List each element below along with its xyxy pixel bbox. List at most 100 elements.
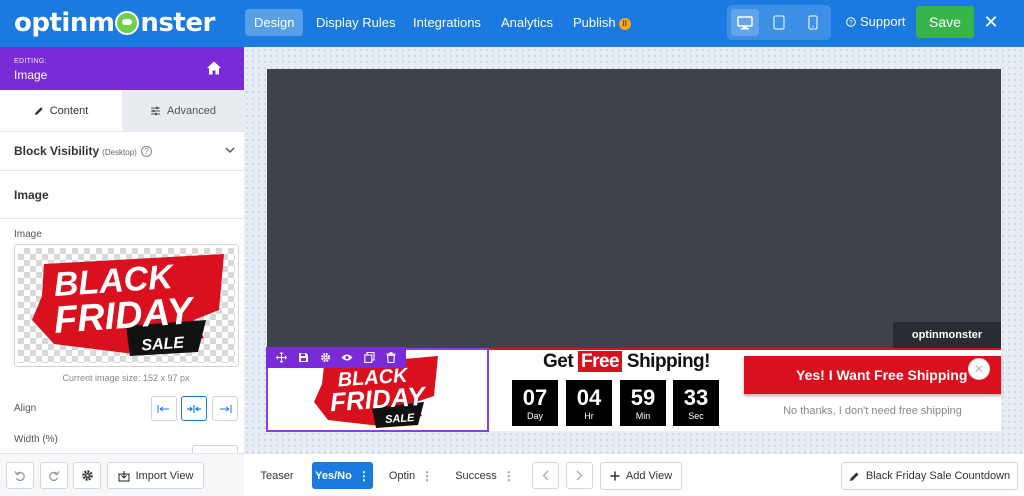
countdown-days[interactable]: 07 Day [512, 380, 558, 426]
countdown-minutes-value: 59 [630, 385, 656, 410]
add-view-button[interactable]: Add View [600, 462, 682, 490]
view-yes-no-label: Yes/No [315, 469, 352, 482]
block-visibility-label: Block Visibility [14, 144, 100, 158]
campaign-headline[interactable]: Get Free Shipping! [543, 351, 710, 373]
view-teaser[interactable]: Teaser [254, 462, 300, 489]
svg-text:?: ? [849, 19, 853, 26]
countdown-minutes[interactable]: 59 Min [620, 380, 666, 426]
tab-content[interactable]: Content [0, 90, 122, 131]
image-preview-canvas: BLACK FRIDAY SALE [18, 248, 235, 363]
pause-status-icon: II [618, 18, 631, 30]
editing-kicker: EDITING: [14, 58, 47, 65]
countdown-days-value: 07 [522, 385, 548, 410]
nav-analytics[interactable]: Analytics [492, 9, 562, 36]
prev-view-button[interactable] [532, 462, 559, 489]
block-visibility-toggle[interactable]: Block Visibility (Desktop)? [0, 132, 244, 171]
chevron-right-icon [576, 470, 583, 481]
next-view-button[interactable] [566, 462, 593, 489]
device-switcher [727, 5, 831, 40]
home-icon[interactable] [206, 60, 222, 76]
logo-text-tail: nster [140, 8, 215, 38]
import-view-button[interactable]: Import View [107, 462, 204, 489]
save-block-icon[interactable] [296, 351, 310, 365]
close-icon[interactable]: ✕ [983, 13, 999, 31]
save-button[interactable]: Save [916, 6, 974, 38]
block-toolbar [266, 347, 406, 368]
countdown-hours-unit: Hr [584, 411, 594, 421]
decline-link[interactable]: No thanks, I don't need free shipping [744, 405, 1001, 417]
plus-icon [610, 471, 620, 481]
redo-icon [49, 470, 60, 481]
help-circle-icon: ? [846, 16, 856, 27]
help-circle-icon[interactable]: ? [140, 146, 152, 157]
nav-integrations[interactable]: Integrations [404, 9, 490, 36]
image-preview[interactable]: BLACK FRIDAY SALE [14, 244, 239, 367]
align-right-button[interactable] [212, 396, 238, 421]
divider [0, 218, 244, 219]
campaign-name-button[interactable]: Black Friday Sale Countdown [841, 462, 1018, 490]
mobile-icon[interactable] [799, 9, 827, 36]
countdown-seconds-value: 33 [683, 385, 709, 410]
align-center-icon [187, 404, 201, 413]
chevron-left-icon [542, 470, 549, 481]
more-options-icon[interactable]: ⋮ [421, 469, 433, 483]
optinmonster-credit[interactable]: optinmonster [893, 322, 1001, 348]
trash-icon[interactable] [384, 351, 398, 365]
redo-button[interactable] [40, 462, 68, 489]
nav-display-rules[interactable]: Display Rules [307, 9, 404, 36]
countdown-hours[interactable]: 04 Hr [566, 380, 612, 426]
countdown-seconds-unit: Sec [688, 411, 704, 421]
nav-design[interactable]: Design [245, 9, 304, 36]
gear-icon [81, 470, 93, 481]
nav-publish-label: Publish [573, 15, 616, 30]
tab-content-label: Content [49, 104, 89, 117]
logo-text: optinm [14, 8, 115, 38]
left-toolbar: Import View [0, 453, 244, 496]
block-visibility-device: (Desktop) [102, 148, 137, 157]
align-center-button[interactable] [181, 396, 207, 421]
width-label: Width (%) [14, 434, 58, 445]
more-options-icon[interactable]: ⋮ [358, 469, 370, 483]
duplicate-icon[interactable] [362, 351, 376, 365]
block-visibility-row: Block Visibility (Desktop)? [14, 144, 152, 158]
image-line3: SALE [385, 412, 416, 426]
pencil-icon [849, 472, 859, 481]
view-success-label: Success [455, 469, 497, 482]
sliders-icon [151, 106, 161, 115]
align-left-button[interactable] [151, 396, 177, 421]
support-link[interactable]: ? Support [846, 14, 906, 29]
support-label: Support [860, 14, 906, 29]
more-options-icon[interactable]: ⋮ [503, 469, 515, 483]
current-image-size: Current image size: 152 x 97 px [62, 373, 190, 383]
desktop-icon[interactable] [731, 9, 759, 36]
undo-button[interactable] [6, 462, 34, 489]
website-preview-background [267, 69, 1001, 348]
import-view-label: Import View [135, 469, 194, 482]
headline-post: Shipping! [626, 351, 711, 372]
nav-publish[interactable]: Publish II [564, 9, 640, 36]
tablet-icon[interactable] [765, 9, 793, 36]
headline-pre: Get [543, 351, 574, 372]
view-optin[interactable]: Optin ⋮ [387, 462, 435, 489]
eye-icon[interactable] [340, 351, 354, 365]
view-yes-no[interactable]: Yes/No ⋮ [312, 462, 373, 489]
add-view-label: Add View [625, 470, 673, 482]
view-success[interactable]: Success ⋮ [455, 462, 515, 489]
move-icon[interactable] [274, 351, 288, 365]
image-preview-line3: SALE [141, 334, 186, 354]
align-left-icon [157, 404, 169, 413]
settings-button[interactable] [73, 462, 101, 489]
views-bar: Teaser Yes/No ⋮ Optin ⋮ Success ⋮ Add View … [244, 453, 1024, 496]
close-campaign-icon[interactable]: × [968, 358, 990, 380]
pencil-icon [34, 106, 43, 115]
undo-icon [14, 470, 25, 481]
width-input[interactable] [192, 445, 238, 453]
countdown-seconds[interactable]: 33 Sec [673, 380, 719, 426]
tab-advanced[interactable]: Advanced [122, 90, 244, 131]
app-logo[interactable]: optinm nster [14, 7, 215, 39]
gear-icon[interactable] [318, 351, 332, 365]
tab-advanced-label: Advanced [167, 104, 216, 117]
campaign-name: Black Friday Sale Countdown [865, 470, 1011, 482]
headline-free-highlight: Free [577, 351, 623, 372]
cta-button[interactable]: Yes! I Want Free Shipping [744, 356, 1001, 394]
